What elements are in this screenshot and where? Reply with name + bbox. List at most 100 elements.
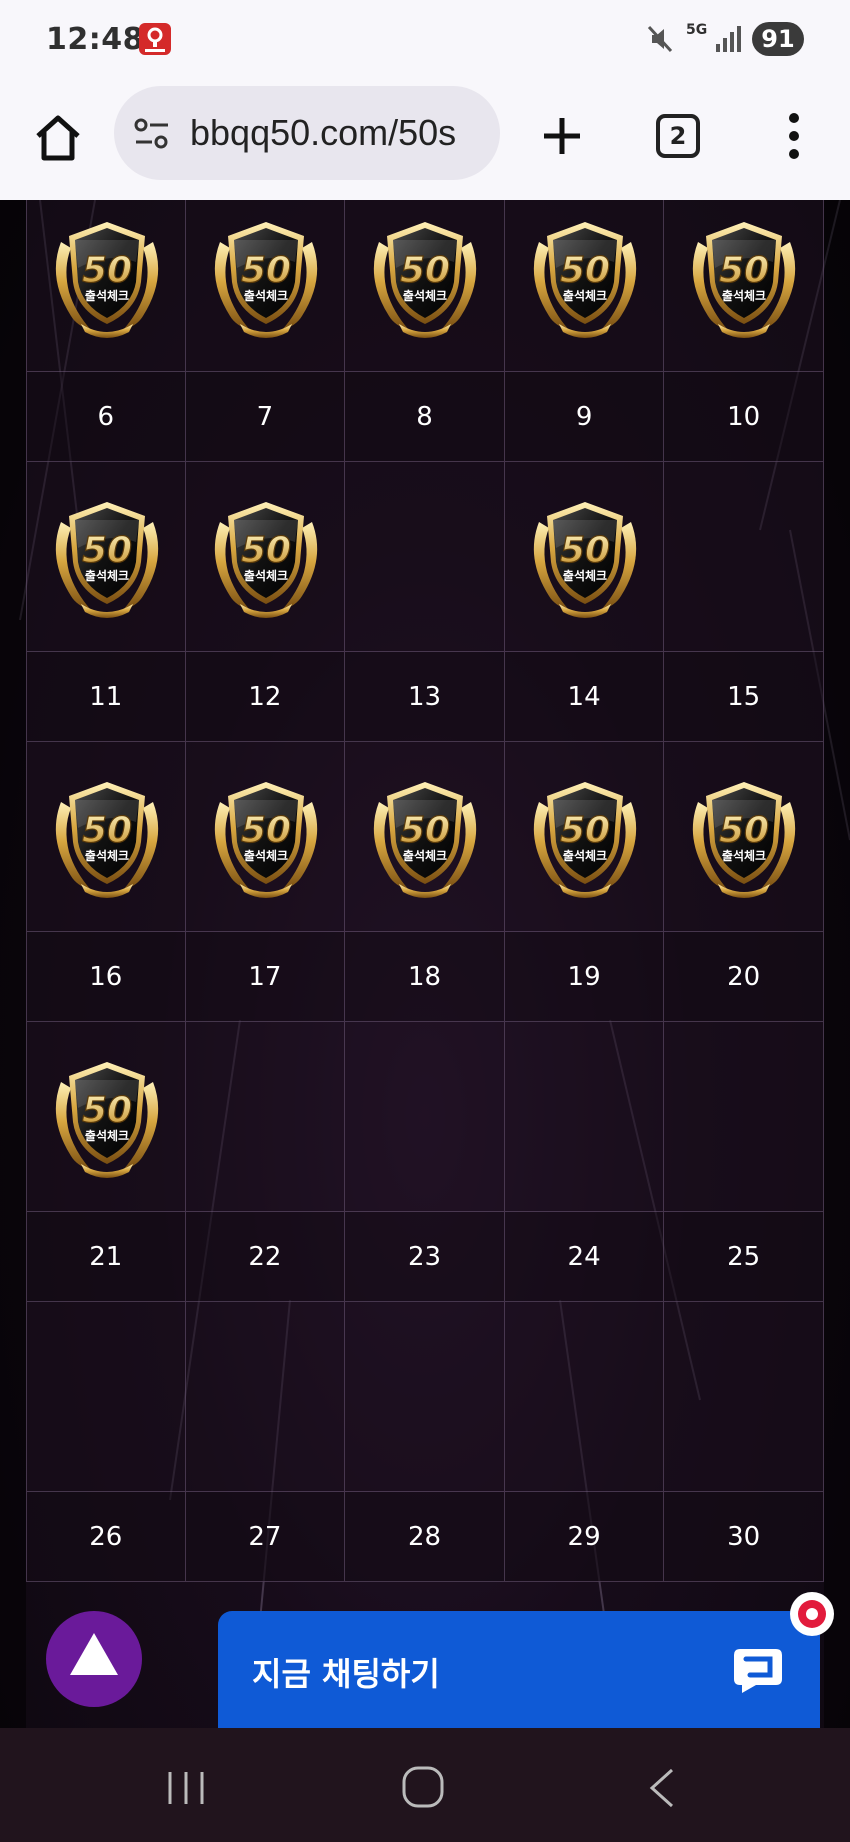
calendar-day-number: 16 — [26, 932, 186, 1022]
calendar-day-number: 12 — [185, 652, 346, 742]
calendar-day-number: 11 — [26, 652, 186, 742]
home-button[interactable] — [30, 110, 86, 166]
url-text: bbqq50.com/50s — [190, 112, 457, 153]
badge-number: 50 — [82, 810, 132, 851]
app-badge-icon — [139, 23, 171, 55]
badge-number: 50 — [82, 250, 132, 291]
calendar-day-number: 29 — [504, 1492, 665, 1582]
calendar-cell-checked: 50 출석체크 — [185, 742, 346, 932]
calendar-day-number: 26 — [26, 1492, 186, 1582]
calendar-cell-empty — [504, 1302, 665, 1492]
calendar-cell-checked: 50 출석체크 — [26, 742, 186, 932]
badge-text: 출석체크 — [85, 568, 129, 583]
network-type: 5G — [686, 22, 708, 38]
badge-number: 50 — [719, 810, 769, 851]
chat-now-label: 지금 채팅하기 — [252, 1655, 440, 1693]
calendar-cell-checked: 50 출석체크 — [664, 742, 824, 932]
system-navigation-bar — [0, 1728, 850, 1842]
badge-number: 50 — [82, 1090, 132, 1131]
attendance-badge-icon: 50 출석체크 — [55, 782, 159, 898]
calendar-day-number: 6 — [26, 372, 186, 462]
site-info-icon[interactable] — [132, 116, 172, 157]
attendance-page: 50 출석체크 50 출석체크 50 출석체크 50 출석체크 50 출석체크 … — [0, 200, 850, 1728]
calendar-day-number: 9 — [504, 372, 665, 462]
tab-switcher-button[interactable]: 2 — [656, 114, 700, 158]
attendance-badge-icon: 50 출석체크 — [533, 502, 636, 618]
calendar-day-number: 13 — [345, 652, 505, 742]
badge-text: 출석체크 — [85, 1128, 129, 1143]
badge-text: 출석체크 — [244, 848, 288, 863]
badge-text: 출석체크 — [403, 848, 447, 863]
calendar-badge-row: 50 출석체크 50 출석체크 50 출석체크 50 출석체크 50 출석체크 — [26, 742, 824, 932]
chat-now-button[interactable]: 지금 채팅하기 — [218, 1611, 820, 1731]
badge-text: 출석체크 — [244, 288, 288, 303]
attendance-badge-icon: 50 출석체크 — [55, 222, 159, 338]
badge-number: 50 — [82, 530, 132, 571]
mute-icon — [646, 24, 674, 59]
calendar-day-number: 30 — [664, 1492, 824, 1582]
nav-home-icon — [402, 1766, 444, 1808]
calendar-day-number: 20 — [664, 932, 824, 1022]
attendance-badge-icon: 50 출석체크 — [693, 782, 796, 898]
attendance-badge-icon: 50 출석체크 — [693, 222, 796, 338]
recents-icon — [168, 1772, 204, 1804]
browser-menu-button[interactable] — [780, 110, 808, 162]
calendar-day-number: 19 — [504, 932, 665, 1022]
badge-number: 50 — [560, 250, 610, 291]
recents-button[interactable] — [166, 1768, 206, 1813]
calendar-cell-empty — [664, 1022, 824, 1212]
badge-text: 출석체크 — [722, 848, 766, 863]
calendar-cell-checked: 50 출석체크 — [26, 200, 186, 372]
calendar-day-number: 25 — [664, 1212, 824, 1302]
signal-icon — [714, 24, 742, 59]
attendance-badge-icon: 50 출석체크 — [533, 222, 636, 338]
calendar-cell-empty — [664, 1302, 824, 1492]
calendar-cell-empty — [185, 1302, 346, 1492]
calendar-day-number: 22 — [185, 1212, 346, 1302]
badge-number: 50 — [241, 250, 291, 291]
new-tab-button[interactable] — [536, 110, 588, 162]
badge-text: 출석체크 — [85, 288, 129, 303]
badge-number: 50 — [241, 810, 291, 851]
calendar-day-number: 14 — [504, 652, 665, 742]
more-vert-icon — [789, 113, 799, 159]
badge-number: 50 — [241, 530, 291, 571]
badge-number: 50 — [560, 810, 610, 851]
triangle-up-icon — [70, 1633, 118, 1675]
nav-back-button[interactable] — [642, 1766, 682, 1815]
calendar-cell-checked: 50 출석체크 — [504, 462, 665, 652]
calendar-cell-empty — [345, 462, 505, 652]
address-bar[interactable]: bbqq50.com/50s — [114, 86, 500, 180]
attendance-badge-icon: 50 출석체크 — [374, 222, 477, 338]
calendar-day-number: 28 — [345, 1492, 505, 1582]
badge-text: 출석체크 — [244, 568, 288, 583]
calendar-day-row: 21 22 23 24 25 — [26, 1212, 824, 1302]
calendar-day-number: 23 — [345, 1212, 505, 1302]
scroll-to-top-button[interactable] — [46, 1611, 142, 1707]
badge-text: 출석체크 — [563, 848, 607, 863]
attendance-badge-icon: 50 출석체크 — [533, 782, 636, 898]
calendar-cell-checked: 50 출석체크 — [26, 1022, 186, 1212]
calendar-day-number: 21 — [26, 1212, 186, 1302]
calendar-badge-row: 50 출석체크 50 출석체크 50 출석체크 50 출석체크 50 출석체크 — [26, 200, 824, 372]
attendance-badge-icon: 50 출석체크 — [214, 222, 317, 338]
calendar-day-number: 8 — [345, 372, 505, 462]
calendar-cell-empty — [504, 1022, 665, 1212]
browser-toolbar: bbqq50.com/50s 2 — [0, 80, 850, 200]
plus-icon — [544, 118, 580, 154]
badge-text: 출석체크 — [563, 288, 607, 303]
attendance-badge-icon: 50 출석체크 — [214, 502, 317, 618]
calendar-day-number: 17 — [185, 932, 346, 1022]
calendar-badge-row — [26, 1302, 824, 1492]
calendar-cell-checked: 50 출석체크 — [26, 462, 186, 652]
badge-text: 출석체크 — [85, 848, 129, 863]
calendar-day-row: 6 7 8 9 10 — [26, 372, 824, 462]
badge-number: 50 — [719, 250, 769, 291]
status-time: 12:48 — [46, 22, 144, 57]
calendar-badge-row: 50 출석체크 50 출석체크 50 출석체크 — [26, 462, 824, 652]
attendance-calendar: 50 출석체크 50 출석체크 50 출석체크 50 출석체크 50 출석체크 … — [26, 200, 824, 1582]
calendar-cell-empty — [26, 1302, 186, 1492]
attendance-badge-icon: 50 출석체크 — [374, 782, 477, 898]
nav-home-button[interactable] — [400, 1764, 446, 1815]
calendar-cell-checked: 50 출석체크 — [345, 742, 505, 932]
